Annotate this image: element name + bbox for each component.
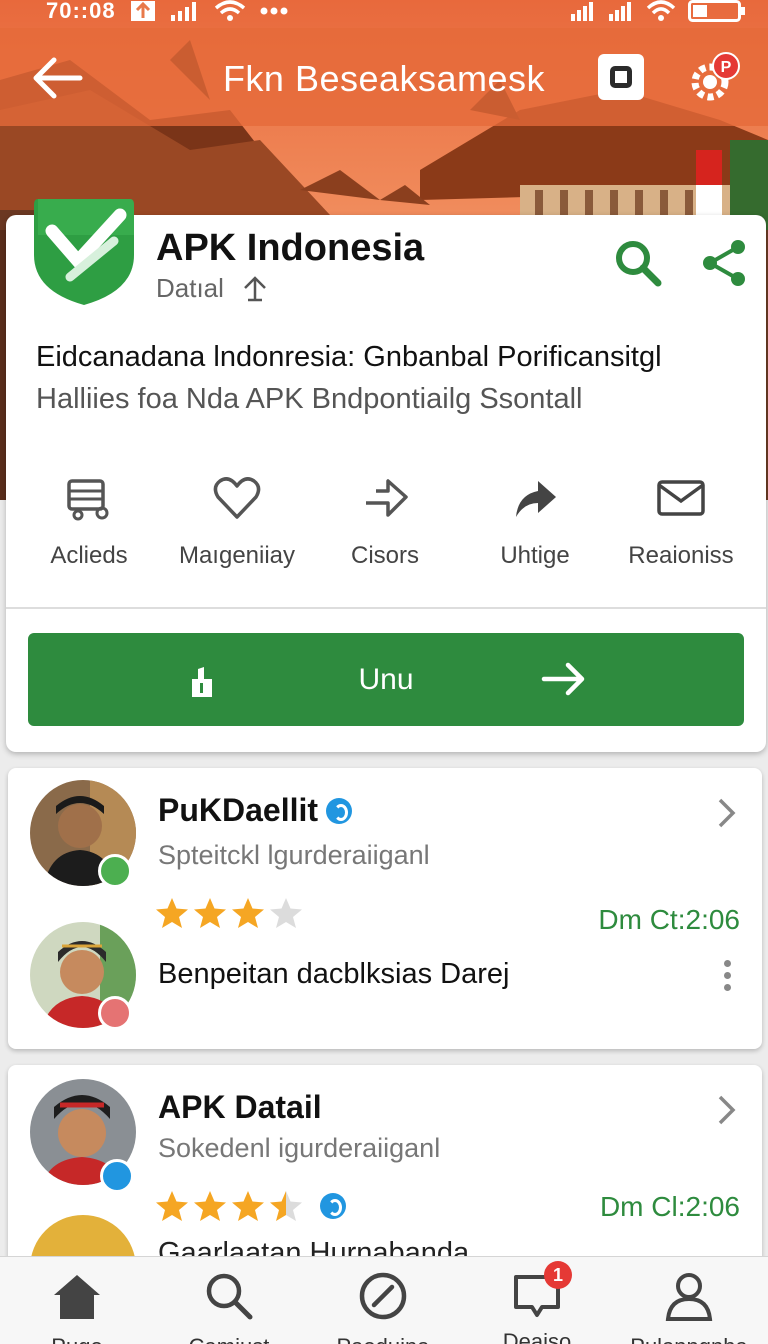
notification-badge: 1	[544, 1261, 572, 1289]
review-author-subtitle: Spteitckl lgurderaiiganl	[158, 840, 430, 870]
nav-label: Camiust	[154, 1334, 304, 1344]
review-text: Benpeitan dacblksias Darej	[158, 958, 510, 990]
heart-icon	[213, 477, 261, 519]
camera-icon[interactable]	[598, 54, 644, 100]
share-icon[interactable]	[700, 237, 748, 289]
nav-item-profile[interactable]: Pulanngnha	[614, 1269, 764, 1344]
settings-badge: P	[721, 59, 732, 76]
app-name: APK Indonesia	[156, 227, 425, 269]
action-uhtige[interactable]: Uhtige	[460, 473, 610, 570]
star-icon	[156, 898, 188, 928]
verified-icon	[320, 1193, 346, 1219]
forward-arrow-icon	[366, 479, 408, 517]
action-label: Uhtige	[500, 542, 570, 569]
mail-icon	[657, 480, 705, 516]
cart-icon	[67, 479, 109, 521]
profile-icon	[665, 1273, 713, 1321]
chat-icon-wrap: 1	[510, 1261, 572, 1323]
star-icon	[232, 898, 264, 928]
review-time: Dm Ct:2:06	[598, 904, 740, 935]
action-maigeniiay[interactable]: Maıgeniiay	[162, 473, 312, 570]
upload-arrow-icon[interactable]	[240, 275, 270, 303]
review-author-name: PuKDaellit	[158, 792, 319, 828]
nav-item-messages[interactable]: 1 Deaiso	[462, 1261, 612, 1344]
review-author-name: APK Datail	[158, 1089, 322, 1125]
share-arrow-icon	[516, 481, 556, 517]
signal-icon	[571, 2, 593, 21]
primary-action-button[interactable]: Unu	[28, 633, 744, 726]
action-row: Aclieds Maıgeniiay Cisors Uhtige Reaioni…	[6, 473, 766, 573]
review-author-subtitle: Sokedenl igurderaiiganl	[158, 1133, 441, 1163]
arrow-right-icon	[541, 662, 585, 696]
nav-item-search[interactable]: Camiust	[154, 1269, 304, 1344]
action-label: Cisors	[350, 542, 419, 569]
star-icon	[270, 898, 302, 928]
nav-label: Pugo	[2, 1334, 152, 1344]
action-label: Maıgeniiay	[178, 542, 296, 569]
review-author-row: PuKDaellit	[158, 792, 353, 829]
action-label: Aclieds	[50, 542, 128, 569]
action-aclieds[interactable]: Aclieds	[14, 473, 164, 570]
home-icon	[54, 1275, 100, 1319]
app-description-subtitle: Halliies foa Nda APK Bndpontiailg Ssonta…	[36, 383, 583, 415]
review-time: Dm Cl:2:06	[599, 1191, 740, 1222]
nav-label: Pulanngnha	[614, 1334, 764, 1344]
wifi-icon	[646, 0, 676, 21]
more-dots-icon	[260, 7, 288, 15]
signal-icon	[171, 2, 196, 21]
review-card[interactable]: APK Datail Sokedenl igurderaiiganl Dm Cl…	[8, 1065, 762, 1265]
star-icon	[270, 1191, 302, 1221]
compass-icon	[359, 1272, 407, 1320]
star-icon	[232, 1191, 264, 1221]
primary-button-label: Unu	[358, 663, 414, 696]
search-icon[interactable]	[612, 237, 664, 289]
search-icon	[206, 1273, 253, 1320]
star-rating	[154, 1189, 304, 1223]
nav-item-explore[interactable]: Paoduina	[308, 1269, 458, 1344]
action-label: Reaioniss	[628, 542, 734, 569]
signal-icon	[609, 2, 631, 21]
online-badge-icon	[98, 854, 132, 888]
app-bar-title: Fkn Beseaksamesk	[222, 58, 546, 99]
status-bar: 70::08	[0, 0, 768, 26]
bottom-navigation: Pugo Camiust Paoduina 1 Deaiso Pulanngnh…	[0, 1256, 768, 1344]
nav-label: Paoduina	[308, 1334, 458, 1344]
star-icon	[194, 898, 226, 928]
star-icon	[194, 1191, 226, 1221]
star-icon	[156, 1191, 188, 1221]
wifi-icon	[214, 0, 246, 21]
action-cisors[interactable]: Cisors	[310, 473, 460, 570]
action-reaioniss[interactable]: Reaioniss	[606, 473, 756, 570]
app-subtitle: Datıal	[156, 273, 224, 303]
app-info-card: APK Indonesia Datıal Eidcanadana lndonre…	[6, 199, 766, 752]
verified-badge-icon	[100, 1159, 134, 1193]
verified-icon	[326, 797, 353, 824]
camera-badge-icon	[98, 996, 132, 1030]
nav-item-home[interactable]: Pugo	[2, 1269, 152, 1344]
app-logo-icon	[34, 199, 134, 305]
chevron-right-icon[interactable]	[716, 1093, 738, 1127]
chevron-right-icon[interactable]	[716, 796, 738, 830]
app-description-title: Eidcanadana lndonresia: Gnbanbal Porific…	[36, 341, 662, 373]
status-time: 70::08	[46, 0, 116, 23]
settings-gear-icon[interactable]: P	[686, 50, 744, 108]
divider	[6, 607, 766, 609]
battery-icon	[688, 0, 745, 22]
star-rating	[154, 896, 304, 930]
app-bar: Fkn Beseaksamesk P	[0, 30, 768, 125]
review-card[interactable]: PuKDaellit Spteitckl lgurderaiiganl Dm C…	[8, 768, 762, 1049]
upload-icon	[131, 1, 155, 21]
nav-label: Deaiso	[502, 1329, 572, 1344]
app-subtitle-row: Datıal	[156, 273, 270, 304]
more-options-icon[interactable]	[722, 960, 732, 996]
